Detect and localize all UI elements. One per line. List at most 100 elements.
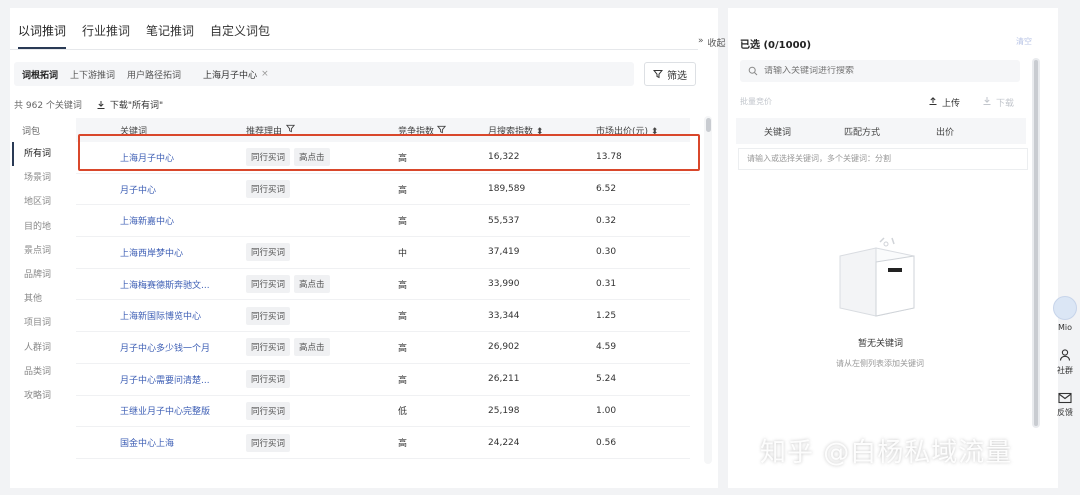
- keyword-link[interactable]: 王继业月子中心完整版: [120, 404, 246, 417]
- funnel-icon: [436, 125, 446, 133]
- tab-note-recommend[interactable]: 笔记推词: [146, 22, 194, 49]
- search-index-cell: 37,419: [488, 247, 520, 258]
- reason-cell: 同行买词 高点击: [246, 148, 398, 167]
- col-keyword: 关键词: [120, 126, 148, 137]
- feedback-button[interactable]: 反馈: [1057, 392, 1073, 418]
- funnel-icon: [286, 124, 296, 132]
- table-row[interactable]: 王继业月子中心完整版 同行买词 低 25,198 1.00: [76, 396, 690, 428]
- chip-upstream[interactable]: 上下游推词: [70, 68, 115, 81]
- tab-word-recommend[interactable]: 以词推词: [18, 22, 67, 49]
- community-label: 社群: [1057, 366, 1073, 375]
- tab-custom-package[interactable]: 自定义词包: [210, 22, 270, 49]
- keyword-link[interactable]: 月子中心需要问清楚...: [120, 373, 246, 386]
- reason-tag: 同行买词: [246, 401, 291, 420]
- filter-bar: 词根拓词 上下游推词 用户路径拓词 上海月子中心 ×: [14, 62, 634, 86]
- category-item[interactable]: 其他: [12, 287, 70, 311]
- selected-search-input[interactable]: [764, 66, 1004, 76]
- search-index-cell: 26,902: [488, 342, 520, 353]
- clear-button[interactable]: 清空: [1016, 36, 1032, 47]
- close-icon[interactable]: ×: [261, 69, 269, 79]
- table-scrollbar[interactable]: [704, 116, 712, 464]
- col-market-price[interactable]: 市场出价(元) ⬍: [596, 124, 690, 137]
- category-item[interactable]: 品牌词: [12, 263, 70, 287]
- download-all-button[interactable]: 下载"所有词": [96, 98, 163, 111]
- category-header: 词包: [22, 127, 41, 137]
- table-row[interactable]: 上海梅赛德斯奔驰文... 同行买词 高点击 高 33,990 0.31: [76, 269, 690, 301]
- right-scroll-thumb[interactable]: [1034, 60, 1038, 426]
- table-row[interactable]: 上海西岸梦中心 同行买词 中 37,419 0.30: [76, 237, 690, 269]
- empty-subtitle: 请从左侧列表添加关键词: [836, 359, 924, 368]
- competition-cell: 高: [398, 280, 408, 291]
- keyword-link[interactable]: 月子中心多少钱一个月: [120, 341, 246, 354]
- col-monthly-search[interactable]: 月搜索指数 ⬍: [488, 124, 596, 137]
- reason-cell: 同行买词: [246, 306, 398, 325]
- col-competition[interactable]: 竞争指数: [398, 124, 488, 137]
- sort-icon: ⬍: [535, 126, 544, 137]
- keyword-link[interactable]: 国金中心上海: [120, 436, 246, 449]
- keyword-link[interactable]: 月子中心: [120, 183, 246, 196]
- table-row[interactable]: 月子中心 同行买词 高 189,589 6.52: [76, 174, 690, 206]
- category-item[interactable]: 攻略词: [12, 384, 70, 408]
- bulk-bid-label: 批量竞价: [740, 97, 772, 106]
- sel-col-bid: 出价: [936, 127, 955, 138]
- table-row[interactable]: 月子中心需要问清楚... 同行买词 高 26,211 5.24: [76, 364, 690, 396]
- tab-bar: 以词推词 行业推词 笔记推词 自定义词包: [18, 22, 286, 49]
- bulk-bid-button[interactable]: 批量竞价: [740, 96, 1020, 107]
- table-scroll-thumb[interactable]: [706, 118, 711, 132]
- category-item[interactable]: 景点词: [12, 239, 70, 263]
- community-button[interactable]: 社群: [1057, 348, 1073, 376]
- mail-icon: [1058, 392, 1072, 404]
- table-row[interactable]: 上海新国际博览中心 同行买词 高 33,344 1.25: [76, 300, 690, 333]
- keyword-link[interactable]: 上海西岸梦中心: [120, 246, 246, 259]
- keyword-link[interactable]: 上海月子中心: [120, 151, 246, 164]
- table-body: 上海月子中心 同行买词 高点击 高 16,322 13.78 月子中心 同行买词 …: [76, 142, 690, 459]
- category-item[interactable]: 品类词: [12, 360, 70, 384]
- filter-button-label: 筛选: [667, 70, 687, 82]
- competition-cell: 低: [398, 407, 408, 418]
- search-index-cell: 33,344: [488, 310, 520, 321]
- keyword-link[interactable]: 上海新国际博览中心: [120, 309, 246, 322]
- category-item[interactable]: 目的地: [12, 215, 70, 239]
- chip-root-expand[interactable]: 词根拓词: [22, 68, 58, 81]
- price-cell: 1.00: [596, 405, 617, 416]
- search-index-cell: 189,589: [488, 184, 526, 195]
- col-search-label: 月搜索指数: [488, 126, 534, 137]
- collapse-button[interactable]: » 收起: [698, 36, 726, 49]
- col-reason[interactable]: 推荐理由: [246, 124, 398, 137]
- sel-col-keyword: 关键词: [764, 127, 792, 138]
- filter-button[interactable]: 筛选: [644, 62, 696, 86]
- category-item[interactable]: 人群词: [12, 336, 70, 360]
- chip-user-path[interactable]: 用户路径拓词: [127, 68, 181, 81]
- table-row[interactable]: 月子中心多少钱一个月 同行买词 高点击 高 26,902 4.59: [76, 332, 690, 364]
- mio-avatar: [1053, 296, 1077, 320]
- funnel-icon: [653, 70, 663, 79]
- empty-title: 暂无关键词: [858, 339, 904, 349]
- selected-title: 已选 (0/1000): [740, 40, 812, 51]
- category-item[interactable]: 地区词: [12, 190, 70, 214]
- side-widgets: Mio 社群 反馈: [1050, 296, 1080, 418]
- competition-cell: 高: [398, 185, 408, 196]
- table-row[interactable]: 国金中心上海 同行买词 高 24,224 0.56: [76, 427, 690, 459]
- upload-button[interactable]: 上传: [928, 96, 960, 109]
- reason-cell: 同行买词 高点击: [246, 275, 398, 294]
- category-item[interactable]: 场景词: [12, 166, 70, 190]
- table-row[interactable]: 上海月子中心 同行买词 高点击 高 16,322 13.78: [76, 142, 690, 174]
- tab-divider: [10, 49, 698, 50]
- search-index-cell: 24,224: [488, 437, 520, 448]
- watermark: 知乎 @白杨私域流量: [760, 438, 1013, 468]
- keyword-entry-field[interactable]: 请输入或选择关键词，多个关键词：分割: [738, 148, 1028, 170]
- keyword-tag[interactable]: 上海月子中心 ×: [203, 68, 269, 81]
- keyword-link[interactable]: 上海梅赛德斯奔驰文...: [120, 278, 246, 291]
- keyword-link[interactable]: 上海新嘉中心: [120, 214, 246, 227]
- keyword-tag-label: 上海月子中心: [203, 70, 258, 81]
- tab-industry-recommend[interactable]: 行业推词: [82, 22, 130, 49]
- category-item[interactable]: 项目词: [12, 311, 70, 335]
- download-icon: [97, 100, 105, 109]
- category-item[interactable]: 所有词: [12, 142, 70, 167]
- price-cell: 1.25: [596, 310, 617, 321]
- download-selected-button[interactable]: 下载: [982, 96, 1014, 109]
- mio-button[interactable]: Mio: [1053, 296, 1077, 332]
- table-row[interactable]: 上海新嘉中心 高 55,537 0.32: [76, 205, 690, 238]
- reason-tag: 同行买词: [246, 306, 291, 325]
- col-competition-label: 竞争指数: [398, 126, 435, 137]
